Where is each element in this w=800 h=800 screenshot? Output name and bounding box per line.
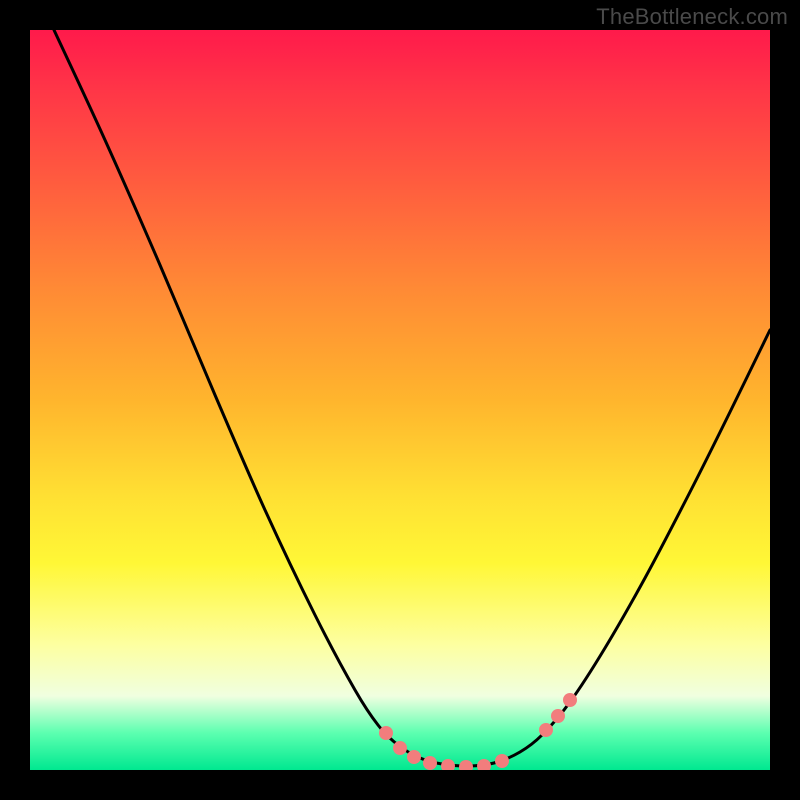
marker-dot [551, 709, 565, 723]
plot-area [30, 30, 770, 770]
marker-dot [393, 741, 407, 755]
marker-dot [407, 750, 421, 764]
marker-dot [563, 693, 577, 707]
curve-markers [379, 693, 577, 770]
marker-dot [477, 759, 491, 770]
marker-dot [423, 756, 437, 770]
chart-svg [30, 30, 770, 770]
marker-dot [539, 723, 553, 737]
marker-dot [441, 759, 455, 770]
marker-dot [379, 726, 393, 740]
chart-frame: TheBottleneck.com [0, 0, 800, 800]
watermark-text: TheBottleneck.com [596, 4, 788, 30]
bottleneck-curve [54, 30, 770, 766]
marker-dot [459, 760, 473, 770]
marker-dot [495, 754, 509, 768]
